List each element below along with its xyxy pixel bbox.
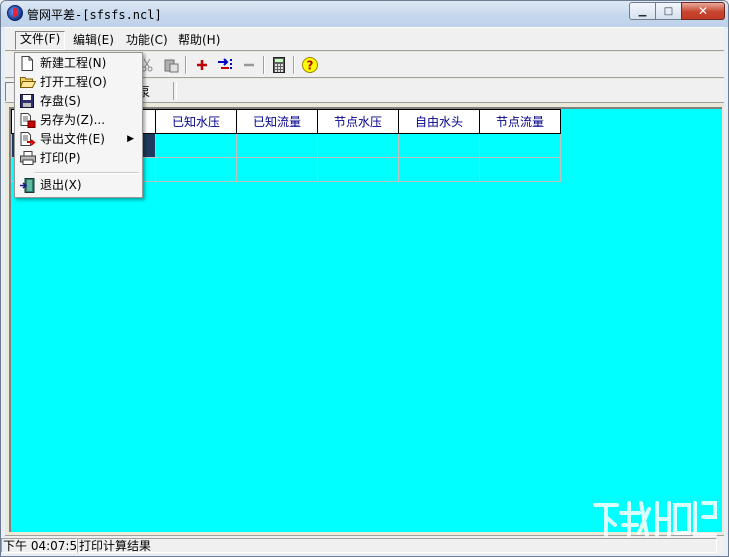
exit-door-icon bbox=[20, 178, 36, 193]
menu-item-label: 导出文件(E) bbox=[40, 132, 105, 146]
menu-separator bbox=[35, 172, 139, 174]
toolbar-separator bbox=[185, 56, 187, 74]
app-window: 管网平差-[sfsfs.ncl] ▁ □ ✕ 文件(F) 编辑(E) 功能(C)… bbox=[0, 0, 729, 557]
column-header[interactable]: 节点流量 bbox=[479, 109, 561, 134]
menu-file[interactable]: 文件(F) bbox=[15, 31, 66, 50]
menu-item-open-project[interactable]: 打开工程(O) bbox=[17, 73, 140, 92]
menu-item-label: 新建工程(N) bbox=[40, 56, 107, 70]
menu-item-exit[interactable]: 退出(X) bbox=[17, 176, 140, 195]
toolbar-separator bbox=[263, 56, 265, 74]
menu-item-label: 退出(X) bbox=[40, 178, 82, 192]
menu-function[interactable]: 功能(C) bbox=[122, 32, 172, 49]
table-cell[interactable] bbox=[317, 133, 399, 158]
window-title: 管网平差-[sfsfs.ncl] bbox=[27, 8, 162, 22]
menu-item-label: 打印(P) bbox=[40, 151, 81, 165]
calculator-icon[interactable] bbox=[270, 56, 288, 74]
table-cell[interactable] bbox=[317, 157, 399, 182]
menu-item-label: 存盘(S) bbox=[40, 94, 81, 108]
paste-icon[interactable] bbox=[162, 56, 180, 74]
export-icon bbox=[20, 132, 36, 147]
menu-edit[interactable]: 编辑(E) bbox=[69, 32, 118, 49]
toolbar-separator bbox=[173, 82, 177, 100]
column-header[interactable]: 已知流量 bbox=[236, 109, 318, 134]
column-header[interactable]: 已知水压 bbox=[155, 109, 237, 134]
svg-text:?: ? bbox=[307, 59, 314, 73]
add-pipe-icon[interactable] bbox=[217, 56, 235, 74]
table-cell[interactable] bbox=[236, 133, 318, 158]
table-cell[interactable] bbox=[398, 157, 480, 182]
maximize-button[interactable]: □ bbox=[655, 2, 682, 20]
menu-item-label: 另存为(Z)... bbox=[40, 113, 106, 127]
menu-item-new-project[interactable]: 新建工程(N) bbox=[17, 54, 140, 73]
table-cell[interactable] bbox=[479, 133, 561, 158]
printer-icon bbox=[20, 151, 36, 166]
help-icon[interactable]: ? bbox=[301, 56, 319, 74]
menu-item-print[interactable]: 打印(P) bbox=[17, 149, 140, 168]
table-cell[interactable] bbox=[155, 133, 237, 158]
app-icon[interactable] bbox=[7, 5, 23, 21]
file-menu-dropdown: 新建工程(N) 打开工程(O) 存盘(S) 另存为(Z)... 导出文件(E) bbox=[14, 52, 143, 198]
status-time: 下午 04:07:5 bbox=[1, 538, 77, 553]
table-cell[interactable] bbox=[155, 157, 237, 182]
save-disk-icon bbox=[20, 94, 36, 109]
minimize-button[interactable]: ▁ bbox=[629, 2, 656, 20]
remove-icon[interactable] bbox=[240, 56, 258, 74]
submenu-arrow-icon: ▶ bbox=[127, 134, 134, 144]
menu-bar: 文件(F) 编辑(E) 功能(C) 帮助(H) bbox=[5, 27, 724, 51]
menu-item-label: 打开工程(O) bbox=[40, 75, 107, 89]
menu-help[interactable]: 帮助(H) bbox=[174, 32, 224, 49]
status-bar: 下午 04:07:5 打印计算结果 bbox=[1, 535, 724, 554]
open-folder-icon bbox=[19, 75, 37, 90]
add-node-icon[interactable] bbox=[193, 56, 211, 74]
table-cell[interactable] bbox=[479, 157, 561, 182]
column-header[interactable]: 节点水压 bbox=[317, 109, 399, 134]
column-header[interactable]: 自由水头 bbox=[398, 109, 480, 134]
menu-item-export[interactable]: 导出文件(E) ▶ bbox=[17, 130, 140, 149]
close-button[interactable]: ✕ bbox=[681, 2, 725, 20]
status-message: 打印计算结果 bbox=[77, 538, 717, 553]
table-cell[interactable] bbox=[398, 133, 480, 158]
table-cell[interactable] bbox=[236, 157, 318, 182]
menu-item-save-as[interactable]: 另存为(Z)... bbox=[17, 111, 140, 130]
menu-item-save[interactable]: 存盘(S) bbox=[17, 92, 140, 111]
save-as-icon bbox=[20, 113, 36, 128]
toolbar-grip bbox=[5, 82, 14, 101]
new-document-icon bbox=[20, 56, 36, 71]
toolbar-separator bbox=[293, 56, 295, 74]
title-bar[interactable]: 管网平差-[sfsfs.ncl] ▁ □ ✕ bbox=[1, 1, 728, 27]
